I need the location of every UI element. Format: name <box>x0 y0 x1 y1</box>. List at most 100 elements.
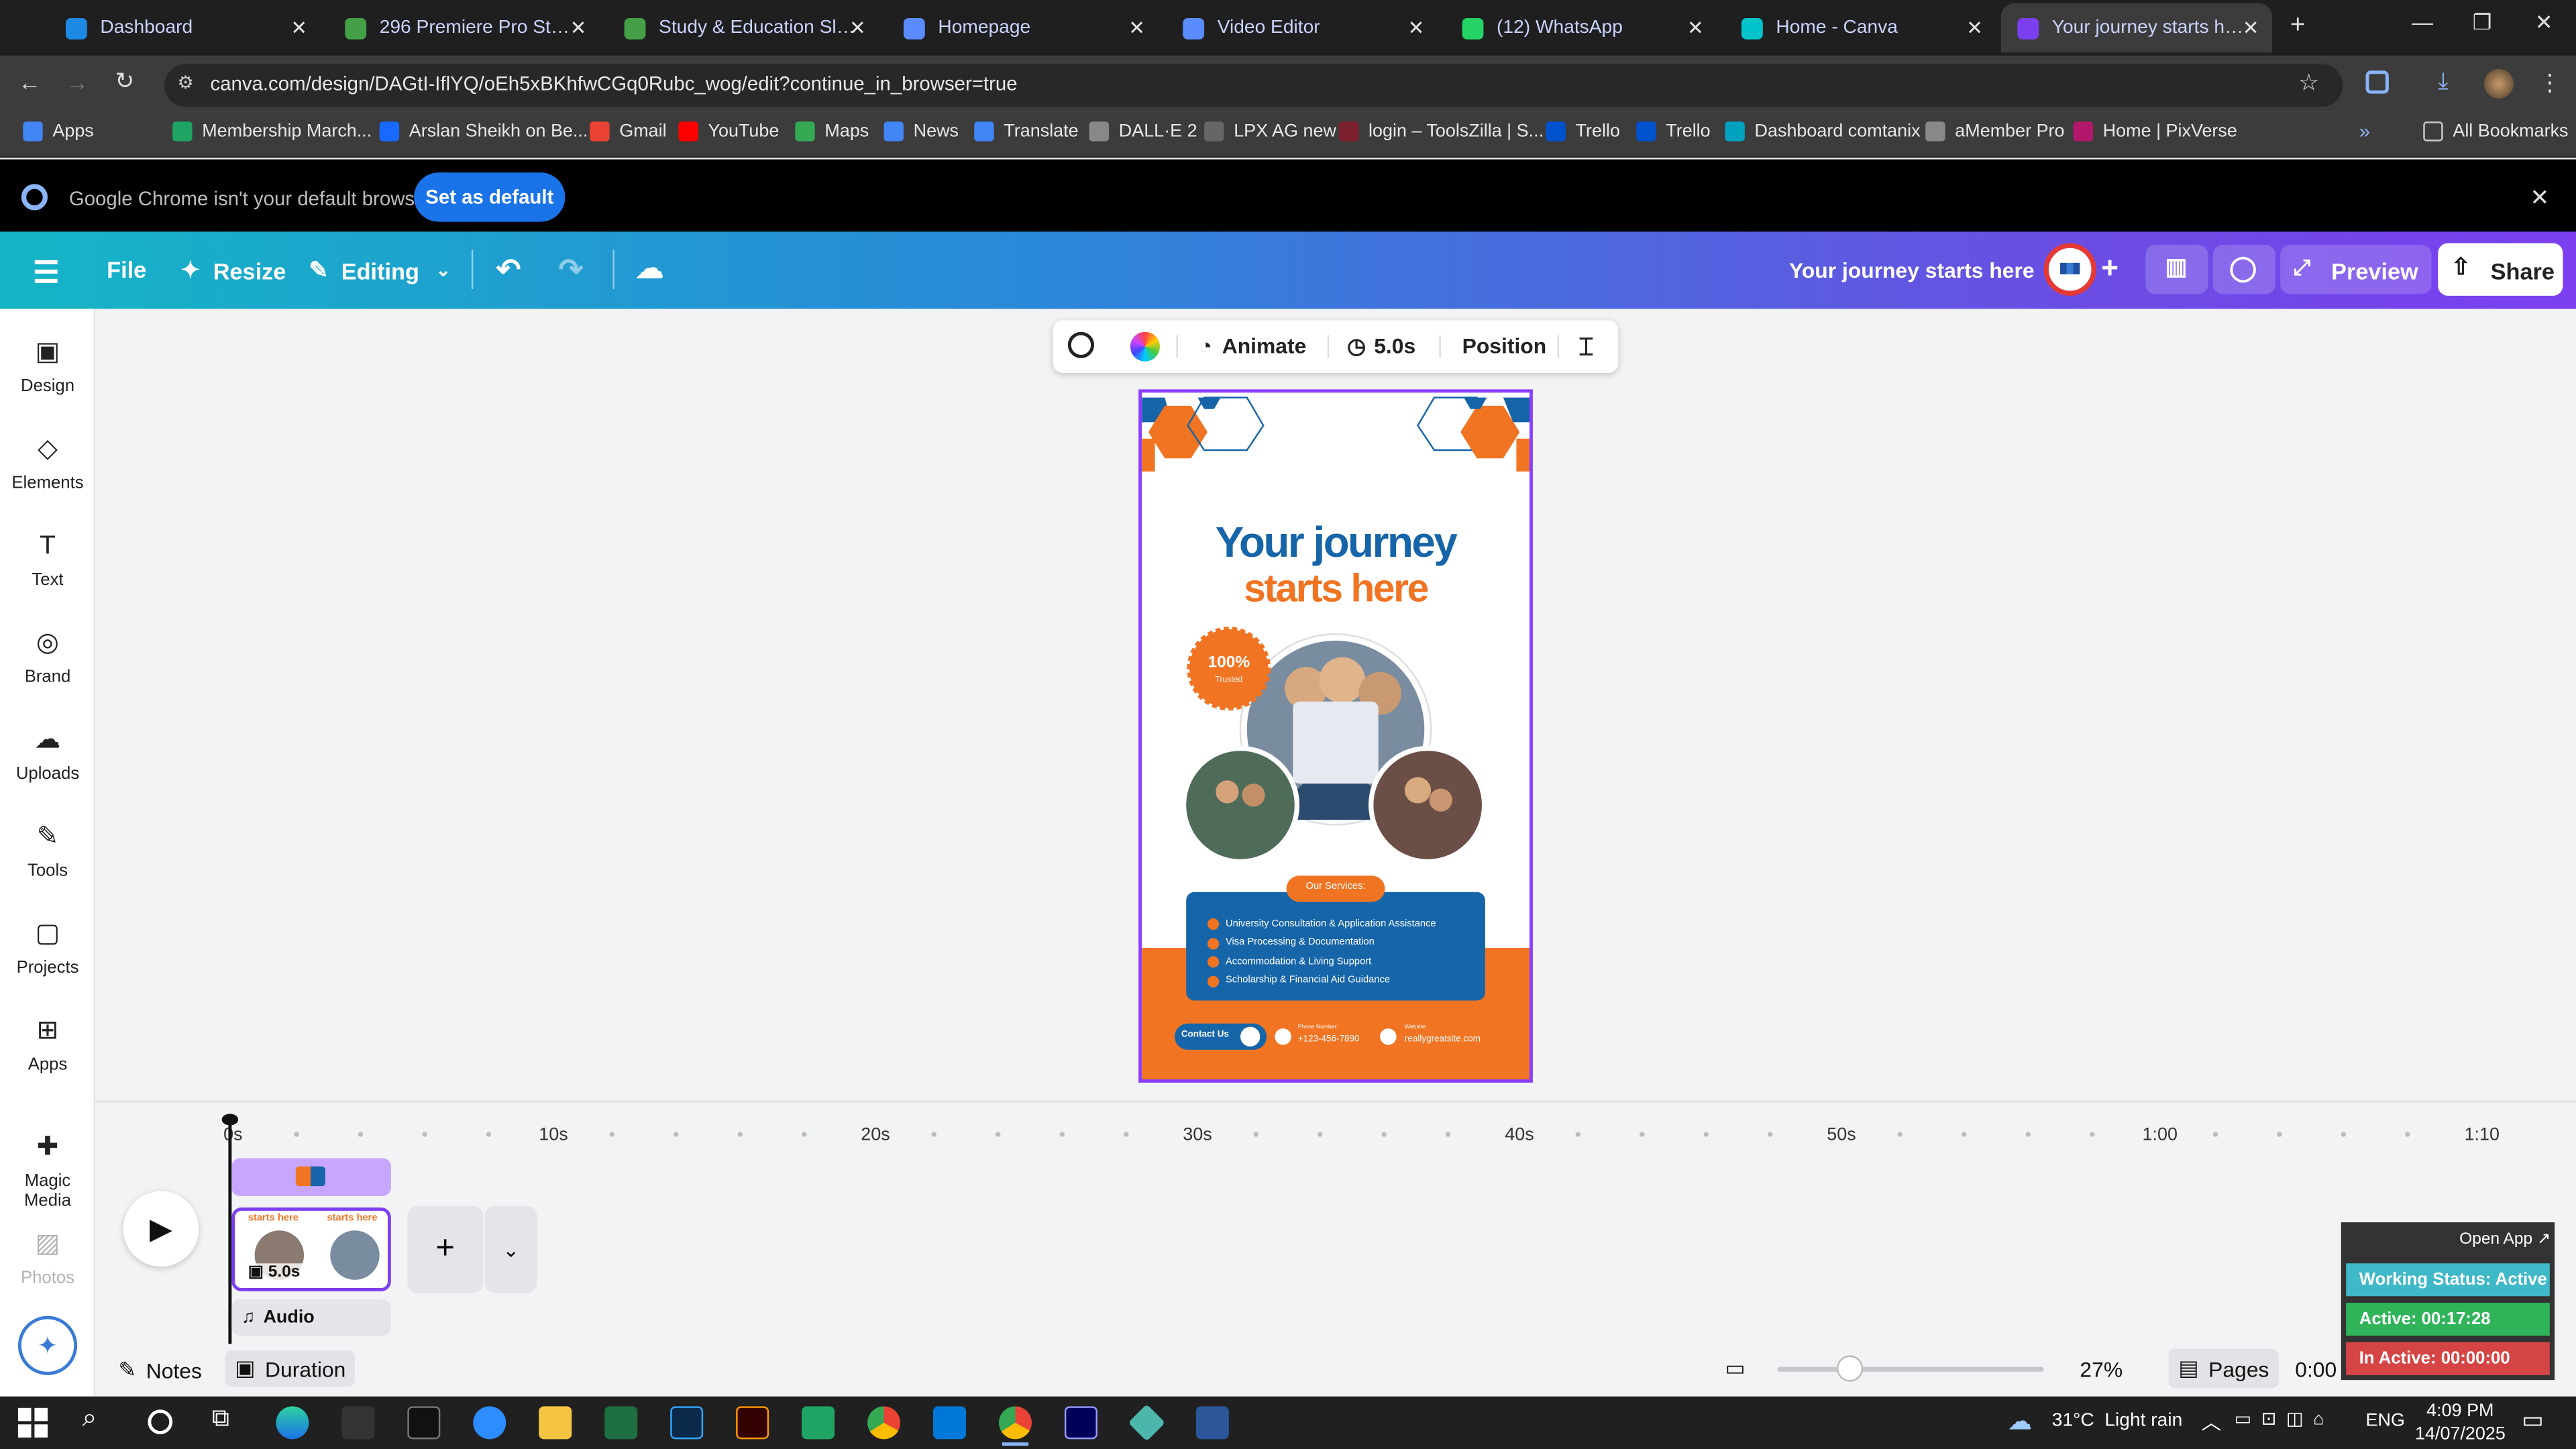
file-explorer-icon[interactable] <box>539 1406 572 1440</box>
chrome-taskbar-icon[interactable] <box>867 1406 901 1440</box>
tray-chevron-icon[interactable]: ︿ <box>2202 1408 2221 1436</box>
bookmark-item[interactable]: LPX AG new <box>1204 121 1336 142</box>
editing-mode-dropdown[interactable]: ✎ Editing ⌄ <box>309 256 451 284</box>
bookmark-item[interactable]: Home | PixVerse <box>2073 121 2237 142</box>
timing-button[interactable]: ◷ 5.0s <box>1347 333 1415 360</box>
fit-view-icon[interactable]: ▭ <box>1725 1355 1745 1381</box>
resize-button[interactable]: ✦ Resize <box>180 256 286 284</box>
language-indicator[interactable]: ENG <box>2366 1411 2405 1431</box>
browser-tab[interactable]: Your journey starts here ✕ <box>2000 3 2272 53</box>
bookmark-item[interactable]: YouTube <box>678 121 779 142</box>
cloud-save-icon[interactable]: ☁ <box>636 253 664 286</box>
phone-label[interactable]: Phone Number: <box>1298 1024 1338 1030</box>
pen-tool-icon[interactable] <box>341 1406 375 1440</box>
sidebar-item-apps[interactable]: ⊞ Apps <box>0 1018 95 1074</box>
sidebar-item-magic-media[interactable]: ✚ Magic Media <box>0 1134 95 1211</box>
edge-icon[interactable] <box>276 1406 309 1440</box>
redo-icon[interactable]: ↷ <box>559 253 584 287</box>
zoom-app-icon[interactable] <box>473 1406 506 1440</box>
close-tab-icon[interactable]: ✕ <box>1408 16 1425 39</box>
zoom-slider-handle[interactable] <box>1836 1355 1864 1382</box>
search-icon[interactable]: ⌕ <box>82 1405 97 1434</box>
position-button[interactable]: Position <box>1462 333 1547 358</box>
bookmark-item[interactable]: Maps <box>795 121 869 142</box>
word-icon[interactable] <box>1195 1406 1229 1440</box>
bookmark-item[interactable]: Gmail <box>590 121 667 142</box>
download-icon[interactable]: ⤓ <box>2438 67 2448 95</box>
color-picker-icon[interactable] <box>1130 331 1160 362</box>
excel-icon[interactable] <box>604 1406 638 1440</box>
sidebar-item-projects[interactable]: ▢ Projects <box>0 921 95 977</box>
phone-value[interactable]: +123-456-7890 <box>1298 1035 1360 1045</box>
playhead-handle[interactable] <box>221 1114 239 1126</box>
extensions-icon[interactable] <box>2365 70 2389 94</box>
bookmark-item[interactable]: Arslan Sheikh on Be... <box>379 121 588 142</box>
terminal-icon[interactable] <box>407 1406 441 1440</box>
service-item[interactable]: Visa Processing & Documentation <box>1208 934 1487 953</box>
set-default-button[interactable]: Set as default <box>414 172 566 222</box>
add-collaborator-icon[interactable]: + <box>2101 252 2118 286</box>
sheets-icon[interactable] <box>802 1406 835 1440</box>
all-bookmarks[interactable]: All Bookmarks <box>2423 121 2569 142</box>
back-icon[interactable]: ← <box>18 69 41 95</box>
bookmark-item[interactable]: Trello <box>1636 121 1711 142</box>
tray-icons[interactable]: ▭⊡◫⌂ <box>2235 1408 2334 1429</box>
bookmark-item[interactable]: DALL·E 2 <box>1089 121 1197 142</box>
page-clip[interactable]: starts here starts here ▣ 5.0s <box>231 1208 391 1291</box>
illustrator-icon[interactable] <box>736 1406 769 1440</box>
trust-badge-label[interactable]: Trusted <box>1196 676 1262 686</box>
page-options-button[interactable]: ⌄ <box>484 1205 537 1293</box>
bookmark-item[interactable]: aMember Pro <box>1925 121 2065 142</box>
profile-avatar[interactable] <box>2483 68 2514 99</box>
copy-style-icon[interactable]: ⌶ <box>1578 333 1593 362</box>
design-title-line-2[interactable]: starts here <box>1142 567 1529 613</box>
chrome-menu-icon[interactable]: ⋮ <box>2538 69 2561 97</box>
browser-tab[interactable]: Home - Canva ✕ <box>1725 3 1996 52</box>
close-infobar-icon[interactable]: ✕ <box>2530 184 2549 212</box>
contact-us-label[interactable]: Contact Us <box>1181 1030 1229 1040</box>
add-comment-icon[interactable] <box>1067 331 1095 358</box>
sidebar-item-text[interactable]: T Text <box>0 533 95 590</box>
site-info-icon[interactable]: ⚙ <box>177 72 193 93</box>
more-bookmarks-icon[interactable]: » <box>2359 120 2370 143</box>
close-tab-icon[interactable]: ✕ <box>849 16 866 39</box>
pages-button[interactable]: ▤ Pages <box>2168 1348 2279 1389</box>
sidebar-item-design[interactable]: ▣ Design <box>0 339 95 396</box>
bookmark-item[interactable]: Trello <box>1546 121 1620 142</box>
bookmark-item[interactable]: Membership March... <box>172 121 372 142</box>
task-view-icon[interactable]: ⧉ <box>212 1405 229 1433</box>
vscode-icon[interactable] <box>933 1406 967 1440</box>
reload-icon[interactable]: ↻ <box>115 67 134 95</box>
website-value[interactable]: reallygreatsite.com <box>1405 1035 1481 1045</box>
browser-tab[interactable]: Homepage ✕ <box>887 3 1158 52</box>
cortana-icon[interactable] <box>148 1409 173 1434</box>
sidebar-item-tools[interactable]: ✎ Tools <box>0 824 95 880</box>
new-tab-button[interactable]: + <box>2290 11 2306 41</box>
zoom-level[interactable]: 27% <box>2080 1357 2123 1382</box>
design-page[interactable]: Your journey starts here 100% Trusted Ou… <box>1138 389 1533 1083</box>
browser-tab[interactable]: Study & Education Slides ✕ <box>608 3 879 52</box>
bookmark-item[interactable]: Dashboard comtanix <box>1725 121 1921 142</box>
zoom-slider-track[interactable] <box>1777 1366 2044 1372</box>
close-tab-icon[interactable]: ✕ <box>1966 16 1983 39</box>
service-item[interactable]: Accommodation & Living Support <box>1208 953 1487 971</box>
services-label[interactable]: Our Services: <box>1287 882 1385 892</box>
audio-track[interactable]: ♫ Audio <box>231 1299 391 1336</box>
photoshop-icon[interactable] <box>670 1406 704 1440</box>
restore-button[interactable]: ❐ <box>2473 10 2492 36</box>
close-window-button[interactable]: ✕ <box>2535 10 2553 36</box>
clock-date[interactable]: 14/07/2025 <box>2415 1424 2506 1444</box>
browser-tab[interactable]: 296 Premiere Pro Study W✕ <box>329 3 600 52</box>
undo-icon[interactable]: ↶ <box>496 253 521 287</box>
browser-tab[interactable]: (12) WhatsApp ✕ <box>1446 3 1717 52</box>
weather-icon[interactable]: ☁ <box>2008 1406 2033 1436</box>
close-tab-icon[interactable]: ✕ <box>290 16 307 39</box>
premiere-icon[interactable] <box>1064 1406 1097 1440</box>
bookmark-item[interactable]: Translate <box>974 121 1079 142</box>
open-app-link[interactable]: Open App ↗ <box>2459 1230 2551 1248</box>
notes-button[interactable]: ✎ Notes <box>118 1357 202 1383</box>
sidebar-item-uploads[interactable]: ☁ Uploads <box>0 727 95 784</box>
sidebar-item-elements[interactable]: ◇ Elements <box>0 436 95 492</box>
main-menu-icon[interactable]: ☰ <box>33 256 60 290</box>
bookmark-item[interactable]: login – ToolsZilla | S... <box>1338 121 1544 142</box>
